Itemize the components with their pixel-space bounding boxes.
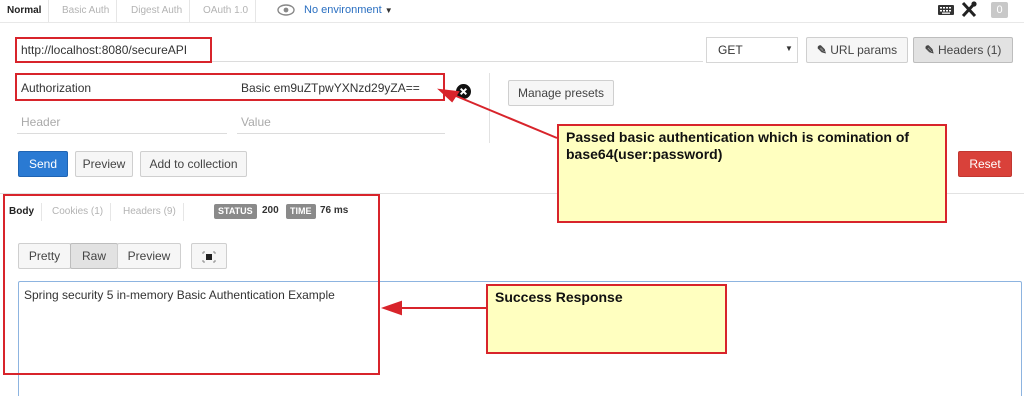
- auth-arrow: [455, 95, 558, 139]
- success-arrow-head: [380, 300, 402, 316]
- annotation-arrows: [380, 88, 558, 316]
- auth-arrow-head: [437, 88, 460, 103]
